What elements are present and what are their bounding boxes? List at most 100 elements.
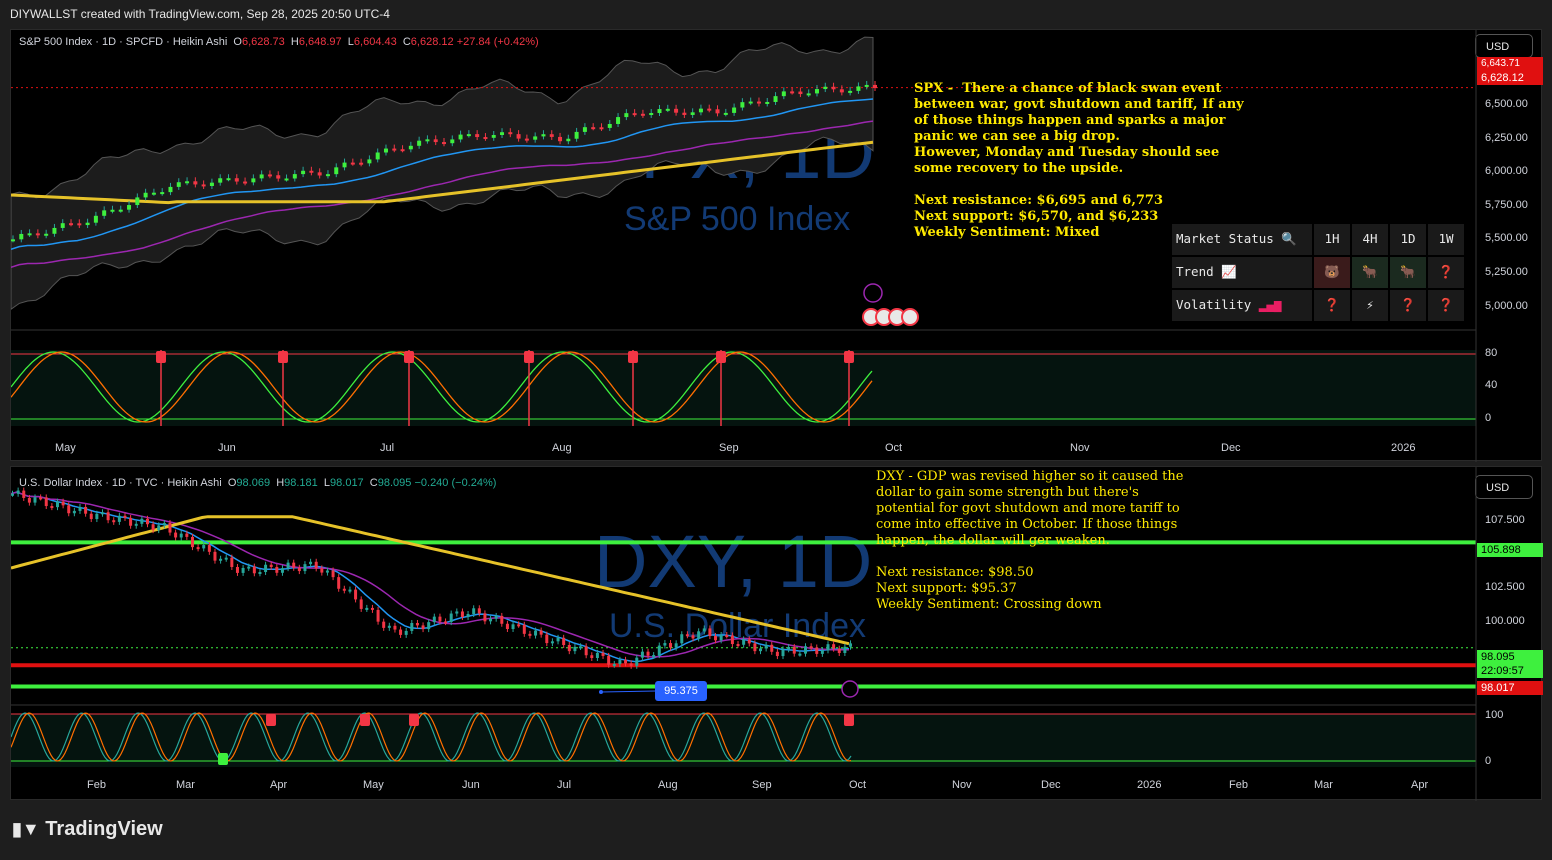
spx-candle bbox=[425, 139, 430, 142]
dxy-candle bbox=[410, 623, 414, 631]
dxy-candle bbox=[61, 501, 65, 506]
spx-candle bbox=[400, 149, 405, 152]
dxy-event-icon bbox=[841, 680, 859, 698]
dxy-candle bbox=[348, 589, 352, 592]
spx-bollinger-band bbox=[11, 36, 874, 310]
dxy-candle bbox=[72, 510, 76, 514]
trend-1w: ❓ bbox=[1428, 257, 1466, 290]
dxy-candle bbox=[534, 630, 538, 636]
spx-candle bbox=[209, 182, 214, 187]
dxy-price-label: 100.000 bbox=[1485, 615, 1525, 627]
dxy-chart-panel[interactable]: U.S. Dollar Index · 1D · TVC · Heikin As… bbox=[10, 466, 1543, 801]
search-icon: 🔍 bbox=[1281, 231, 1297, 246]
spx-candle bbox=[52, 227, 57, 234]
dxy-candle bbox=[584, 646, 588, 656]
spx-candle bbox=[839, 89, 844, 93]
dxy-month-label: Sep bbox=[752, 779, 772, 791]
dxy-candle bbox=[849, 643, 852, 647]
spx-candle bbox=[168, 186, 173, 193]
spx-candle bbox=[873, 84, 877, 89]
dxy-candle bbox=[618, 659, 622, 664]
dxy-candle bbox=[601, 652, 605, 656]
tf-1d: 1D bbox=[1390, 224, 1428, 257]
spx-sell-signal bbox=[278, 351, 288, 363]
vol-1w: ❓ bbox=[1428, 290, 1466, 323]
dxy-candle bbox=[815, 647, 819, 654]
dxy-countdown-badge: 22:09:57 bbox=[1477, 664, 1543, 678]
spx-month-label: Dec bbox=[1221, 442, 1241, 454]
spx-osc-label: 80 bbox=[1485, 347, 1498, 359]
dxy-candle bbox=[303, 564, 307, 572]
dxy-candle bbox=[595, 652, 599, 658]
vol-4h: ⚡ bbox=[1352, 290, 1390, 323]
dxy-ma-mid bbox=[11, 491, 850, 658]
spx-candle bbox=[110, 209, 115, 212]
dxy-candle bbox=[123, 515, 127, 518]
spx-candle bbox=[707, 108, 712, 111]
tv-mark-icon: ▮▼ bbox=[12, 819, 40, 839]
spx-candle bbox=[740, 102, 745, 108]
dxy-candle bbox=[320, 568, 324, 573]
spx-candle bbox=[790, 91, 795, 94]
dxy-candle bbox=[337, 577, 341, 589]
dxy-candle bbox=[809, 646, 813, 649]
spx-month-label: Oct bbox=[885, 442, 903, 454]
dxy-candle bbox=[134, 523, 138, 526]
market-status-table: Market Status 🔍 1H 4H 1D 1W Trend 📈 🐻 🐂 … bbox=[1172, 224, 1468, 323]
dxy-candle bbox=[44, 497, 48, 507]
signal-bars-icon: ▂▄▆ bbox=[1258, 297, 1282, 312]
spx-candle bbox=[483, 137, 488, 140]
dxy-candle bbox=[635, 657, 639, 666]
spx-month-label: 2026 bbox=[1391, 442, 1416, 454]
spx-candle bbox=[806, 93, 811, 96]
dxy-candle bbox=[820, 650, 824, 654]
dxy-candle bbox=[697, 631, 701, 639]
dxy-candle bbox=[95, 513, 99, 520]
dxy-candle bbox=[275, 566, 279, 573]
dxy-osc-label: 0 bbox=[1485, 755, 1492, 767]
spx-candle bbox=[350, 162, 355, 165]
dxy-month-label: Mar bbox=[1314, 779, 1333, 791]
dxy-last-price-badge: 98.095 bbox=[1477, 650, 1543, 664]
dxy-candle bbox=[342, 588, 346, 591]
spx-sell-signal bbox=[404, 351, 414, 363]
spx-candle bbox=[251, 178, 256, 183]
dxy-candle bbox=[545, 634, 549, 644]
dxy-candle bbox=[781, 649, 785, 657]
spx-candle bbox=[185, 181, 190, 184]
spx-sell-signal bbox=[156, 351, 166, 363]
dxy-candle bbox=[50, 506, 54, 509]
dxy-candle bbox=[16, 490, 20, 494]
tf-1w: 1W bbox=[1428, 224, 1466, 257]
dxy-price-plot[interactable] bbox=[11, 467, 1543, 801]
dxy-price-label: 102.500 bbox=[1485, 581, 1525, 594]
spx-candle bbox=[85, 222, 90, 226]
dxy-month-label: May bbox=[363, 779, 384, 791]
spx-osc-label: 40 bbox=[1485, 379, 1498, 391]
spx-candle bbox=[856, 86, 861, 91]
dxy-candle bbox=[292, 562, 296, 568]
spx-price-label: 6,000.00 bbox=[1485, 165, 1528, 178]
spx-candle bbox=[466, 134, 471, 137]
spx-candle bbox=[524, 138, 529, 141]
dxy-candle bbox=[590, 655, 594, 658]
spx-candle bbox=[558, 136, 563, 142]
dxy-candle bbox=[573, 646, 577, 652]
dxy-candle bbox=[500, 615, 504, 624]
spx-chart-panel[interactable]: S&P 500 Index · 1D · SPCFD · Heikin Ashi… bbox=[10, 29, 1543, 462]
spx-candle bbox=[723, 112, 728, 115]
spx-candle bbox=[442, 142, 446, 145]
spx-candle bbox=[35, 233, 40, 236]
dxy-candle bbox=[325, 570, 329, 573]
tv-brand: TradingView bbox=[45, 818, 163, 840]
dxy-support-marker-label[interactable]: 95.375 bbox=[655, 681, 707, 701]
dxy-candle bbox=[680, 634, 684, 644]
spx-candle bbox=[143, 192, 148, 198]
spx-candle bbox=[226, 178, 231, 181]
dxy-candle bbox=[117, 515, 121, 522]
dxy-candle bbox=[674, 643, 678, 648]
trend-1d: 🐂 bbox=[1390, 257, 1428, 290]
spx-last-price-badge: 6,628.12 bbox=[1477, 71, 1543, 85]
dxy-sell-signal bbox=[409, 714, 419, 726]
dxy-candle bbox=[792, 646, 796, 654]
